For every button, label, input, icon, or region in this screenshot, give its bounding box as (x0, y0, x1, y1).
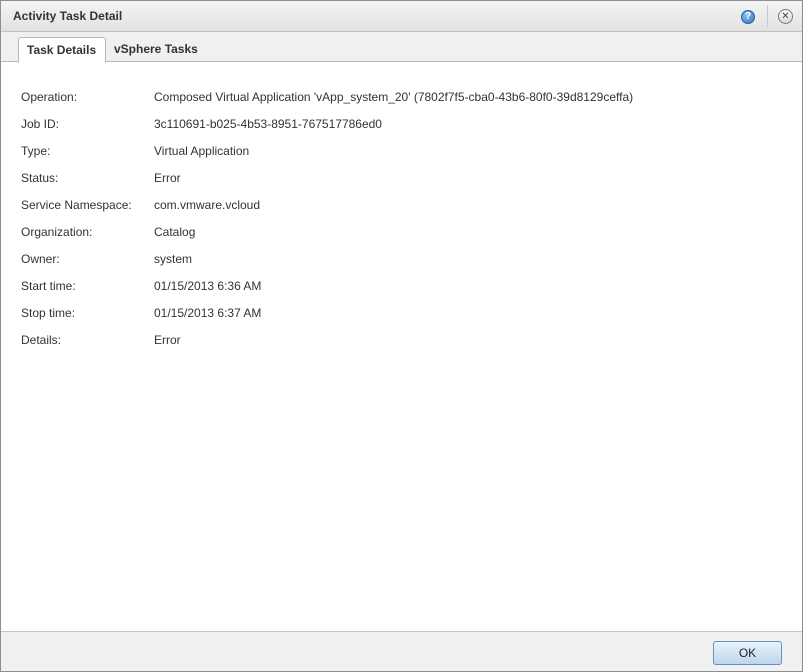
detail-label: Service Namespace: (21, 198, 132, 212)
detail-label: Operation: (21, 90, 78, 104)
tab-task-details[interactable]: Task Details (18, 37, 106, 63)
detail-label: Stop time: (21, 306, 76, 320)
ok-button[interactable]: OK (713, 641, 782, 665)
dialog-footer: OK (1, 631, 802, 671)
detail-value: 01/15/2013 6:37 AM (154, 306, 262, 320)
detail-value: 01/15/2013 6:36 AM (154, 279, 262, 293)
dialog-title: Activity Task Detail (13, 9, 123, 23)
detail-value: Catalog (154, 225, 196, 239)
detail-label: Status: (21, 171, 59, 185)
activity-task-detail-dialog: Activity Task Detail ? ✕ Task Details vS… (0, 0, 803, 672)
detail-label: Job ID: (21, 117, 60, 131)
detail-value: Composed Virtual Application 'vApp_syste… (154, 90, 634, 104)
title-bar[interactable]: Activity Task Detail ? ✕ (1, 1, 802, 32)
detail-label: Start time: (21, 279, 76, 293)
task-details-panel: Operation: Composed Virtual Application … (1, 63, 802, 631)
detail-label: Owner: (21, 252, 60, 266)
detail-value: Error (154, 171, 181, 185)
tab-strip: Task Details vSphere Tasks (1, 32, 802, 63)
detail-value: 3c110691-b025-4b53-8951-767517786ed0 (154, 117, 382, 131)
title-separator (767, 5, 768, 27)
detail-label: Details: (21, 333, 62, 347)
detail-value: com.vmware.vcloud (154, 198, 261, 212)
detail-value: system (154, 252, 193, 266)
detail-label: Type: (21, 144, 51, 158)
tab-vsphere-tasks[interactable]: vSphere Tasks (106, 37, 206, 63)
close-icon[interactable]: ✕ (778, 9, 793, 24)
detail-value: Error (154, 333, 181, 347)
help-icon[interactable]: ? (741, 10, 755, 24)
detail-label: Organization: (21, 225, 93, 239)
detail-value: Virtual Application (154, 144, 250, 158)
